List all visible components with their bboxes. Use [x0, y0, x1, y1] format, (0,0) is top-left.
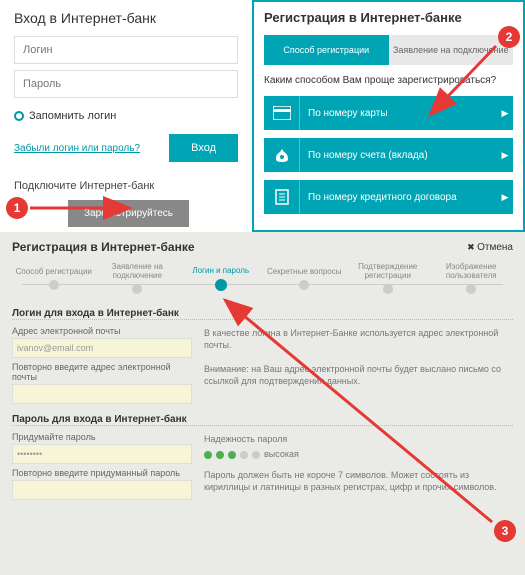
remember-login[interactable]: Запомнить логин — [14, 110, 238, 122]
chevron-right-icon: ▶ — [497, 150, 513, 161]
card-icon — [264, 96, 300, 130]
pass2-label: Повторно введите придуманный пароль — [12, 468, 192, 478]
method-credit-label: По номеру кредитного договора — [300, 192, 497, 203]
pass-input[interactable] — [12, 444, 192, 464]
reg-tabs: Способ регистрации Заявление на подключе… — [264, 35, 513, 65]
method-account[interactable]: По номеру счета (вклада) ▶ — [264, 138, 513, 172]
step-5: Подтверждение регистрации — [346, 262, 430, 294]
method-account-label: По номеру счета (вклада) — [300, 150, 497, 161]
connect-label: Подключите Интернет-банк — [14, 180, 238, 192]
pass-section-title: Пароль для входа в Интернет-банк — [12, 414, 513, 426]
annotation-badge-1: 1 — [6, 197, 28, 219]
login-input[interactable] — [14, 36, 238, 64]
tab-method[interactable]: Способ регистрации — [264, 35, 389, 65]
login-section-title: Логин для входа в Интернет-банк — [12, 308, 513, 320]
pass2-input[interactable] — [12, 480, 192, 500]
bag-icon — [264, 138, 300, 172]
cancel-button[interactable]: Отмена — [467, 242, 513, 253]
email2-input[interactable] — [12, 384, 192, 404]
registration-panel: Регистрация в Интернет-банке Способ реги… — [252, 0, 525, 232]
reg-title: Регистрация в Интернет-банке — [264, 10, 513, 25]
strength-label: Надежность пароля — [204, 434, 513, 446]
step-3: Логин и пароль — [179, 266, 263, 291]
email-note-2: Внимание: на Ваш адрес электронной почты… — [204, 362, 513, 404]
step-1: Способ регистрации — [12, 267, 96, 290]
email-note-1: В качестве логина в Интернет-Банке испол… — [204, 326, 513, 358]
annotation-badge-2: 2 — [498, 26, 520, 48]
reg-prompt: Каким способом Вам проще зарегистрироват… — [264, 75, 513, 86]
step-2: Заявление на подключение — [96, 262, 180, 294]
method-card[interactable]: По номеру карты ▶ — [264, 96, 513, 130]
email2-label: Повторно введите адрес электронной почты — [12, 362, 192, 382]
login-title: Вход в Интернет-банк — [14, 10, 238, 26]
tab-statement[interactable]: Заявление на подключение — [389, 35, 514, 65]
step-6: Изображение пользователя — [430, 262, 514, 294]
password-input[interactable] — [14, 70, 238, 98]
remember-label: Запомнить логин — [29, 110, 116, 122]
method-credit[interactable]: По номеру кредитного договора ▶ — [264, 180, 513, 214]
chevron-right-icon: ▶ — [497, 192, 513, 203]
pass-label: Придумайте пароль — [12, 432, 192, 442]
method-card-label: По номеру карты — [300, 108, 497, 119]
chevron-right-icon: ▶ — [497, 108, 513, 119]
step-indicator: Способ регистрации Заявление на подключе… — [12, 262, 513, 294]
pass-note: Пароль должен быть не короче 7 символов.… — [204, 468, 513, 500]
form-title: Регистрация в Интернет-банке — [12, 240, 195, 254]
email-input[interactable] — [12, 338, 192, 358]
annotation-badge-3: 3 — [494, 520, 516, 542]
document-icon — [264, 180, 300, 214]
forgot-link[interactable]: Забыли логин или пароль? — [14, 143, 140, 154]
registration-form: Регистрация в Интернет-банке Отмена Спос… — [0, 232, 525, 575]
email-label: Адрес электронной почты — [12, 326, 192, 336]
login-panel: Вход в Интернет-банк Запомнить логин Заб… — [0, 0, 252, 232]
strength-meter: высокая — [204, 449, 513, 461]
radio-icon — [14, 111, 24, 121]
login-button[interactable]: Вход — [169, 134, 238, 162]
step-4: Секретные вопросы — [263, 267, 347, 290]
register-button[interactable]: Зарегистрируйтесь — [68, 200, 189, 227]
strength-text: высокая — [264, 449, 299, 461]
